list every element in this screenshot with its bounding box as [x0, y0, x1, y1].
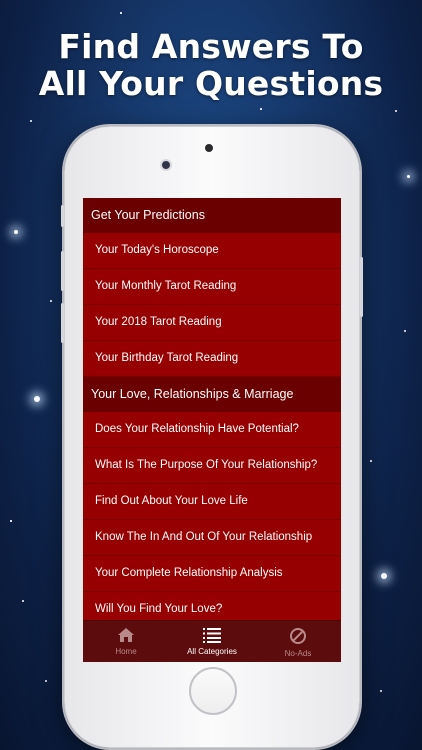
home-button[interactable]: [189, 667, 237, 715]
list-item[interactable]: Your Today's Horoscope: [83, 233, 341, 269]
headline-line-2: All Your Questions: [38, 64, 384, 103]
speaker: [205, 144, 213, 152]
tab-all-categories[interactable]: All Categories: [169, 621, 255, 662]
star: [45, 680, 47, 682]
tab-home[interactable]: Home: [83, 621, 169, 662]
volume-up-button: [61, 251, 64, 291]
list-item[interactable]: Find Out About Your Love Life: [83, 484, 341, 520]
star-bright: [34, 396, 40, 402]
mute-switch: [61, 205, 64, 227]
list-item[interactable]: Your Complete Relationship Analysis: [83, 556, 341, 592]
front-camera: [162, 161, 170, 169]
star: [22, 600, 24, 602]
volume-down-button: [61, 303, 64, 343]
star: [395, 110, 397, 112]
star-bright: [407, 175, 410, 178]
star-bright: [381, 573, 387, 579]
section-header-love: Your Love, Relationships & Marriage: [83, 377, 341, 412]
app-screen: Get Your Predictions Your Today's Horosc…: [83, 198, 341, 662]
headline: Find Answers To All Your Questions: [0, 28, 422, 102]
star: [260, 108, 262, 110]
list-item[interactable]: Your 2018 Tarot Reading: [83, 305, 341, 341]
star-bright: [14, 230, 18, 234]
tab-no-ads-label: No-Ads: [284, 649, 312, 658]
power-button: [360, 257, 363, 317]
tab-no-ads[interactable]: No-Ads: [255, 621, 341, 662]
star: [120, 12, 122, 14]
list-item[interactable]: Your Birthday Tarot Reading: [83, 341, 341, 377]
list-item[interactable]: Does Your Relationship Have Potential?: [83, 412, 341, 448]
list-item[interactable]: Your Monthly Tarot Reading: [83, 269, 341, 305]
no-ads-icon: [290, 628, 306, 644]
tab-bar: Home All Categories No-Ads: [83, 620, 341, 662]
star: [50, 300, 52, 302]
headline-line-1: Find Answers To: [58, 27, 364, 66]
list-icon: [203, 628, 221, 643]
tab-home-label: Home: [115, 647, 137, 656]
star: [30, 120, 32, 122]
star: [380, 690, 382, 692]
list-item[interactable]: What Is The Purpose Of Your Relationship…: [83, 448, 341, 484]
phone-frame: Get Your Predictions Your Today's Horosc…: [61, 126, 363, 748]
star: [370, 460, 372, 462]
tab-all-categories-label: All Categories: [187, 647, 237, 656]
home-icon: [118, 628, 134, 642]
list-item[interactable]: Know The In And Out Of Your Relationship: [83, 520, 341, 556]
section-header-predictions: Get Your Predictions: [83, 198, 341, 233]
star: [10, 520, 12, 522]
star: [404, 330, 406, 332]
